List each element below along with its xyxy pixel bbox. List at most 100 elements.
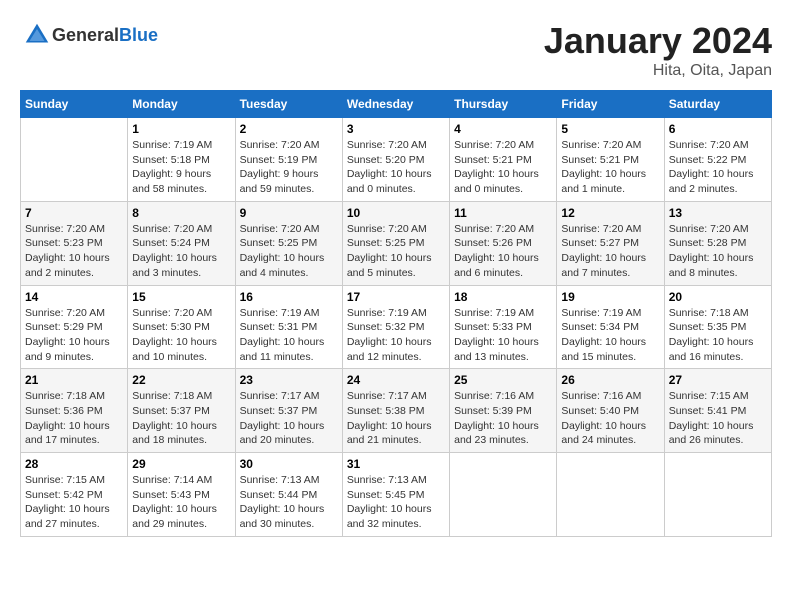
day-info: Sunrise: 7:20 AM Sunset: 5:21 PM Dayligh… [561,138,659,197]
calendar-cell: 17 Sunrise: 7:19 AM Sunset: 5:32 PM Dayli… [342,285,449,369]
day-number: 14 [25,290,123,304]
day-info: Sunrise: 7:18 AM Sunset: 5:35 PM Dayligh… [669,306,767,365]
calendar-cell: 5 Sunrise: 7:20 AM Sunset: 5:21 PM Daylig… [557,118,664,202]
calendar-cell: 8Sunrise: 7:20 AM Sunset: 5:24 PM Daylig… [128,201,235,285]
calendar-cell: 1 Sunrise: 7:19 AM Sunset: 5:18 PM Daylig… [128,118,235,202]
calendar-cell: 23Sunrise: 7:17 AM Sunset: 5:37 PM Dayli… [235,369,342,453]
day-number: 5 [561,122,659,136]
day-info: Sunrise: 7:15 AM Sunset: 5:42 PM Dayligh… [25,473,123,532]
calendar-cell: 20 Sunrise: 7:18 AM Sunset: 5:35 PM Dayli… [664,285,771,369]
day-info: Sunrise: 7:19 AM Sunset: 5:32 PM Dayligh… [347,306,445,365]
calendar-cell: 29 Sunrise: 7:14 AM Sunset: 5:43 PM Dayli… [128,453,235,537]
week-row-4: 21 Sunrise: 7:18 AM Sunset: 5:36 PM Dayli… [21,369,772,453]
day-number: 18 [454,290,552,304]
calendar-header: SundayMondayTuesdayWednesdayThursdayFrid… [21,91,772,118]
day-info: Sunrise: 7:20 AM Sunset: 5:21 PM Dayligh… [454,138,552,197]
title-section: January 2024 Hita, Oita, Japan [544,20,772,80]
calendar-title: January 2024 [544,20,772,62]
day-number: 25 [454,373,552,387]
day-number: 26 [561,373,659,387]
day-info: Sunrise: 7:18 AM Sunset: 5:37 PM Dayligh… [132,389,230,448]
day-info: Sunrise: 7:20 AM Sunset: 5:19 PM Dayligh… [240,138,338,197]
day-number: 13 [669,206,767,220]
calendar-cell: 19 Sunrise: 7:19 AM Sunset: 5:34 PM Dayli… [557,285,664,369]
day-header-sunday: Sunday [21,91,128,118]
day-info: Sunrise: 7:16 AM Sunset: 5:40 PM Dayligh… [561,389,659,448]
logo: GeneralBlue [20,20,158,50]
calendar-cell: 30 Sunrise: 7:13 AM Sunset: 5:44 PM Dayli… [235,453,342,537]
calendar-cell: 27 Sunrise: 7:15 AM Sunset: 5:41 PM Dayli… [664,369,771,453]
day-header-friday: Friday [557,91,664,118]
day-info: Sunrise: 7:14 AM Sunset: 5:43 PM Dayligh… [132,473,230,532]
day-number: 3 [347,122,445,136]
days-of-week-row: SundayMondayTuesdayWednesdayThursdayFrid… [21,91,772,118]
day-info: Sunrise: 7:20 AM Sunset: 5:23 PM Dayligh… [25,222,123,281]
day-number: 11 [454,206,552,220]
day-header-tuesday: Tuesday [235,91,342,118]
calendar-cell: 11Sunrise: 7:20 AM Sunset: 5:26 PM Dayli… [450,201,557,285]
day-number: 8 [132,206,230,220]
day-info: Sunrise: 7:20 AM Sunset: 5:25 PM Dayligh… [347,222,445,281]
day-number: 24 [347,373,445,387]
day-number: 17 [347,290,445,304]
day-number: 15 [132,290,230,304]
day-info: Sunrise: 7:13 AM Sunset: 5:44 PM Dayligh… [240,473,338,532]
calendar-cell: 31Sunrise: 7:13 AM Sunset: 5:45 PM Dayli… [342,453,449,537]
calendar-cell: 28 Sunrise: 7:15 AM Sunset: 5:42 PM Dayli… [21,453,128,537]
day-number: 2 [240,122,338,136]
day-number: 16 [240,290,338,304]
calendar-cell: 24Sunrise: 7:17 AM Sunset: 5:38 PM Dayli… [342,369,449,453]
day-number: 27 [669,373,767,387]
day-header-monday: Monday [128,91,235,118]
calendar-cell: 14Sunrise: 7:20 AM Sunset: 5:29 PM Dayli… [21,285,128,369]
calendar-cell: 7 Sunrise: 7:20 AM Sunset: 5:23 PM Daylig… [21,201,128,285]
calendar-body: 1 Sunrise: 7:19 AM Sunset: 5:18 PM Daylig… [21,118,772,537]
day-number: 7 [25,206,123,220]
calendar-cell: 15 Sunrise: 7:20 AM Sunset: 5:30 PM Dayli… [128,285,235,369]
logo-icon [22,20,52,50]
calendar-cell [557,453,664,537]
day-number: 23 [240,373,338,387]
logo-blue: Blue [119,25,158,45]
day-number: 1 [132,122,230,136]
calendar-cell: 12Sunrise: 7:20 AM Sunset: 5:27 PM Dayli… [557,201,664,285]
day-number: 9 [240,206,338,220]
day-number: 30 [240,457,338,471]
page-container: GeneralBlue January 2024 Hita, Oita, Jap… [20,20,772,537]
week-row-3: 14Sunrise: 7:20 AM Sunset: 5:29 PM Dayli… [21,285,772,369]
calendar-cell: 10 Sunrise: 7:20 AM Sunset: 5:25 PM Dayli… [342,201,449,285]
day-info: Sunrise: 7:19 AM Sunset: 5:18 PM Dayligh… [132,138,230,197]
day-number: 12 [561,206,659,220]
day-header-thursday: Thursday [450,91,557,118]
day-info: Sunrise: 7:15 AM Sunset: 5:41 PM Dayligh… [669,389,767,448]
day-number: 4 [454,122,552,136]
calendar-cell: 6 Sunrise: 7:20 AM Sunset: 5:22 PM Daylig… [664,118,771,202]
logo-general: General [52,25,119,45]
day-number: 19 [561,290,659,304]
day-number: 28 [25,457,123,471]
day-number: 6 [669,122,767,136]
calendar-table: SundayMondayTuesdayWednesdayThursdayFrid… [20,90,772,537]
day-header-saturday: Saturday [664,91,771,118]
day-number: 20 [669,290,767,304]
calendar-cell [21,118,128,202]
calendar-cell: 3Sunrise: 7:20 AM Sunset: 5:20 PM Daylig… [342,118,449,202]
day-info: Sunrise: 7:18 AM Sunset: 5:36 PM Dayligh… [25,389,123,448]
day-number: 21 [25,373,123,387]
calendar-cell: 22Sunrise: 7:18 AM Sunset: 5:37 PM Dayli… [128,369,235,453]
calendar-cell: 26 Sunrise: 7:16 AM Sunset: 5:40 PM Dayli… [557,369,664,453]
day-info: Sunrise: 7:20 AM Sunset: 5:30 PM Dayligh… [132,306,230,365]
day-info: Sunrise: 7:19 AM Sunset: 5:33 PM Dayligh… [454,306,552,365]
calendar-cell: 9 Sunrise: 7:20 AM Sunset: 5:25 PM Daylig… [235,201,342,285]
day-number: 10 [347,206,445,220]
calendar-subtitle: Hita, Oita, Japan [544,62,772,80]
week-row-1: 1 Sunrise: 7:19 AM Sunset: 5:18 PM Daylig… [21,118,772,202]
calendar-cell: 4 Sunrise: 7:20 AM Sunset: 5:21 PM Daylig… [450,118,557,202]
calendar-cell [450,453,557,537]
day-info: Sunrise: 7:20 AM Sunset: 5:22 PM Dayligh… [669,138,767,197]
day-number: 29 [132,457,230,471]
day-info: Sunrise: 7:19 AM Sunset: 5:34 PM Dayligh… [561,306,659,365]
day-info: Sunrise: 7:20 AM Sunset: 5:28 PM Dayligh… [669,222,767,281]
calendar-cell: 21 Sunrise: 7:18 AM Sunset: 5:36 PM Dayli… [21,369,128,453]
day-info: Sunrise: 7:20 AM Sunset: 5:25 PM Dayligh… [240,222,338,281]
